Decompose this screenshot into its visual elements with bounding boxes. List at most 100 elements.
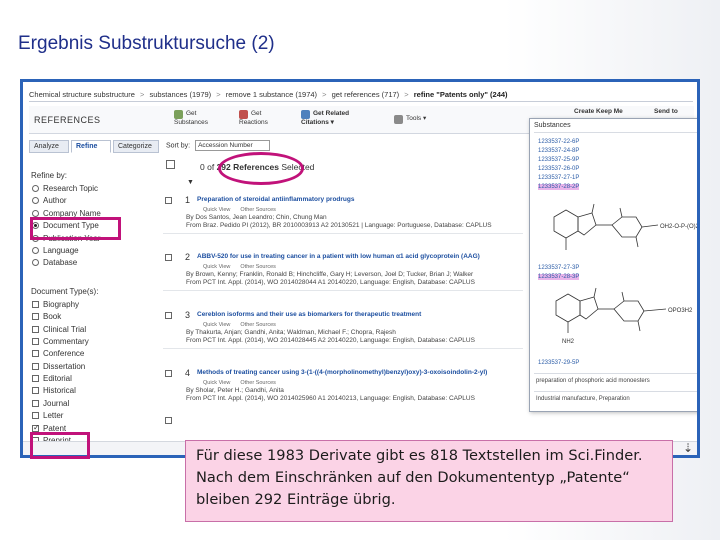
doc-type-conference[interactable]: Conference — [31, 348, 156, 360]
registry-number-link[interactable]: 1233537-26-0P — [538, 166, 579, 172]
doc-type-dissertation[interactable]: Dissertation — [31, 361, 156, 373]
quick-view-link[interactable]: Quick View — [203, 380, 230, 386]
quick-view-link[interactable]: Quick View — [203, 264, 230, 270]
result-source: From Braz. Pedido PI (2012), BR 20100039… — [186, 222, 492, 229]
checkbox[interactable] — [32, 350, 39, 358]
sort-select[interactable]: Accession Number — [195, 140, 271, 151]
doc-type-commentary[interactable]: Commentary — [31, 336, 156, 348]
doc-type-book[interactable]: Book — [31, 311, 156, 323]
other-sources-link[interactable]: Other Sources — [240, 322, 275, 328]
checkbox[interactable] — [32, 422, 40, 434]
radio-button[interactable] — [32, 197, 39, 205]
checkbox[interactable] — [32, 412, 39, 420]
result-title-link[interactable]: Methods of treating cancer using 3-(1-((… — [197, 369, 487, 376]
wrench-icon — [394, 115, 403, 124]
result-title-link[interactable]: Cereblon isoforms and their use as bioma… — [197, 311, 421, 318]
count-prefix: 0 of — [200, 162, 215, 172]
checkbox[interactable] — [32, 337, 39, 345]
breadcrumb-item[interactable]: get references (717) — [332, 90, 400, 99]
radio-button[interactable] — [32, 209, 39, 217]
checkbox[interactable] — [32, 399, 39, 407]
result-checkbox[interactable] — [165, 370, 172, 377]
breadcrumb-separator: > — [404, 90, 409, 99]
doc-type-editorial[interactable]: Editorial — [31, 373, 156, 385]
breadcrumb-item[interactable]: substances (1979) — [149, 90, 211, 99]
other-sources-link[interactable]: Other Sources — [240, 380, 275, 386]
registry-number-link[interactable]: 1233537-22-6P — [538, 139, 579, 145]
checkbox[interactable] — [32, 313, 39, 321]
refine-option-author[interactable]: Author — [31, 195, 156, 207]
select-dropdown-arrow-icon[interactable]: ▼ — [187, 179, 194, 186]
doc-type-historical[interactable]: Historical — [31, 385, 156, 397]
radio-button[interactable] — [32, 246, 39, 254]
result-authors: By Dos Santos, Jean Leandro; Chin, Chung… — [186, 214, 327, 221]
get-reactions-button[interactable]: Get Reactions — [239, 110, 279, 127]
doc-type-biography[interactable]: Biography — [31, 299, 156, 311]
select-all-checkbox[interactable] — [166, 160, 175, 169]
send-to-label: Send to — [654, 108, 678, 115]
result-checkbox[interactable] — [165, 312, 172, 319]
other-sources-link[interactable]: Other Sources — [240, 207, 275, 213]
send-to-button[interactable]: Send to — [654, 108, 678, 116]
breadcrumb-item[interactable]: remove 1 substance (1974) — [226, 90, 317, 99]
chemical-structure-image: OH2-O-P-(O)2 — [553, 203, 697, 250]
get-related-citations-button[interactable]: Get Related Citations ▾ — [301, 110, 363, 127]
option-label: Conference — [43, 349, 85, 359]
divider — [163, 290, 523, 291]
refine-option-research-topic[interactable]: Research Topic — [31, 183, 156, 195]
divider — [163, 348, 523, 349]
checkbox[interactable] — [32, 362, 39, 370]
option-label: Commentary — [43, 336, 89, 346]
breadcrumb-current: refine "Patents only" (244) — [413, 90, 508, 99]
quick-view-link[interactable]: Quick View — [203, 322, 230, 328]
result-checkbox[interactable] — [165, 254, 172, 261]
tools-menu-button[interactable]: Tools ▾ — [394, 115, 426, 124]
chemical-structure-image: OPO3H2 NH2 — [555, 287, 693, 345]
refine-panel: Refine by: Research Topic Author Company… — [31, 168, 156, 447]
role-text: Industrial manufacture, Preparation — [536, 396, 630, 402]
result-title-link[interactable]: ABBV-520 for use in treating cancer in a… — [197, 253, 480, 260]
result-links: Quick View Other Sources — [203, 380, 286, 386]
other-sources-link[interactable]: Other Sources — [240, 264, 275, 270]
get-substances-button[interactable]: Get Substances — [174, 110, 214, 127]
doc-type-letter[interactable]: Letter — [31, 410, 156, 422]
refine-option-database[interactable]: Database — [31, 257, 156, 269]
references-heading: REFERENCES — [34, 115, 101, 125]
tools-label: Tools — [406, 115, 422, 122]
scroll-down-icon[interactable]: ⇣ — [683, 441, 693, 455]
highlight-document-type — [30, 217, 121, 240]
doc-type-journal[interactable]: Journal — [31, 398, 156, 410]
popup-heading: Substances — [534, 122, 571, 129]
registry-number-link[interactable]: 1233537-27-3P — [538, 265, 579, 271]
registry-number-link[interactable]: 1233537-28-3P — [538, 274, 580, 280]
registry-number-link[interactable]: 1233537-24-8P — [538, 148, 579, 154]
doc-type-clinical-trial[interactable]: Clinical Trial — [31, 324, 156, 336]
radio-button[interactable] — [32, 185, 39, 192]
tab-analyze[interactable]: Analyze — [29, 140, 69, 153]
slide-title: Ergebnis Substruktursuche (2) — [18, 33, 275, 54]
breadcrumb-item[interactable]: Chemical structure substructure — [29, 90, 135, 99]
checkbox[interactable] — [32, 387, 39, 395]
registry-number-link[interactable]: 1233537-25-9P — [538, 157, 579, 163]
divider — [534, 391, 697, 392]
result-authors: By Thakurta, Anjan; Gandhi, Anita; Waldm… — [186, 329, 396, 336]
quick-view-link[interactable]: Quick View — [203, 207, 230, 213]
create-keep-me-label: Create Keep Me — [574, 108, 623, 115]
result-checkbox[interactable] — [165, 197, 172, 204]
option-label: Research Topic — [43, 184, 98, 193]
result-checkbox[interactable] — [165, 417, 172, 424]
result-title-link[interactable]: Preparation of steroidal antiinflammator… — [197, 196, 354, 203]
tab-categorize[interactable]: Categorize — [113, 140, 159, 153]
registry-number-link[interactable]: 1233537-29-5P — [538, 360, 579, 366]
refine-option-language[interactable]: Language — [31, 245, 156, 257]
radio-button[interactable] — [32, 259, 39, 267]
checkbox[interactable] — [32, 300, 39, 308]
checkbox[interactable] — [32, 375, 39, 383]
checkbox[interactable] — [32, 325, 39, 333]
registry-number-link[interactable]: 1233537-28-2P — [538, 184, 580, 190]
tab-refine[interactable]: Refine — [71, 140, 111, 153]
create-keep-me-button[interactable]: Create Keep Me — [574, 108, 623, 116]
registry-number-link[interactable]: 1233537-27-1P — [538, 175, 579, 181]
divider — [534, 373, 697, 374]
breadcrumb-separator: > — [216, 90, 221, 99]
